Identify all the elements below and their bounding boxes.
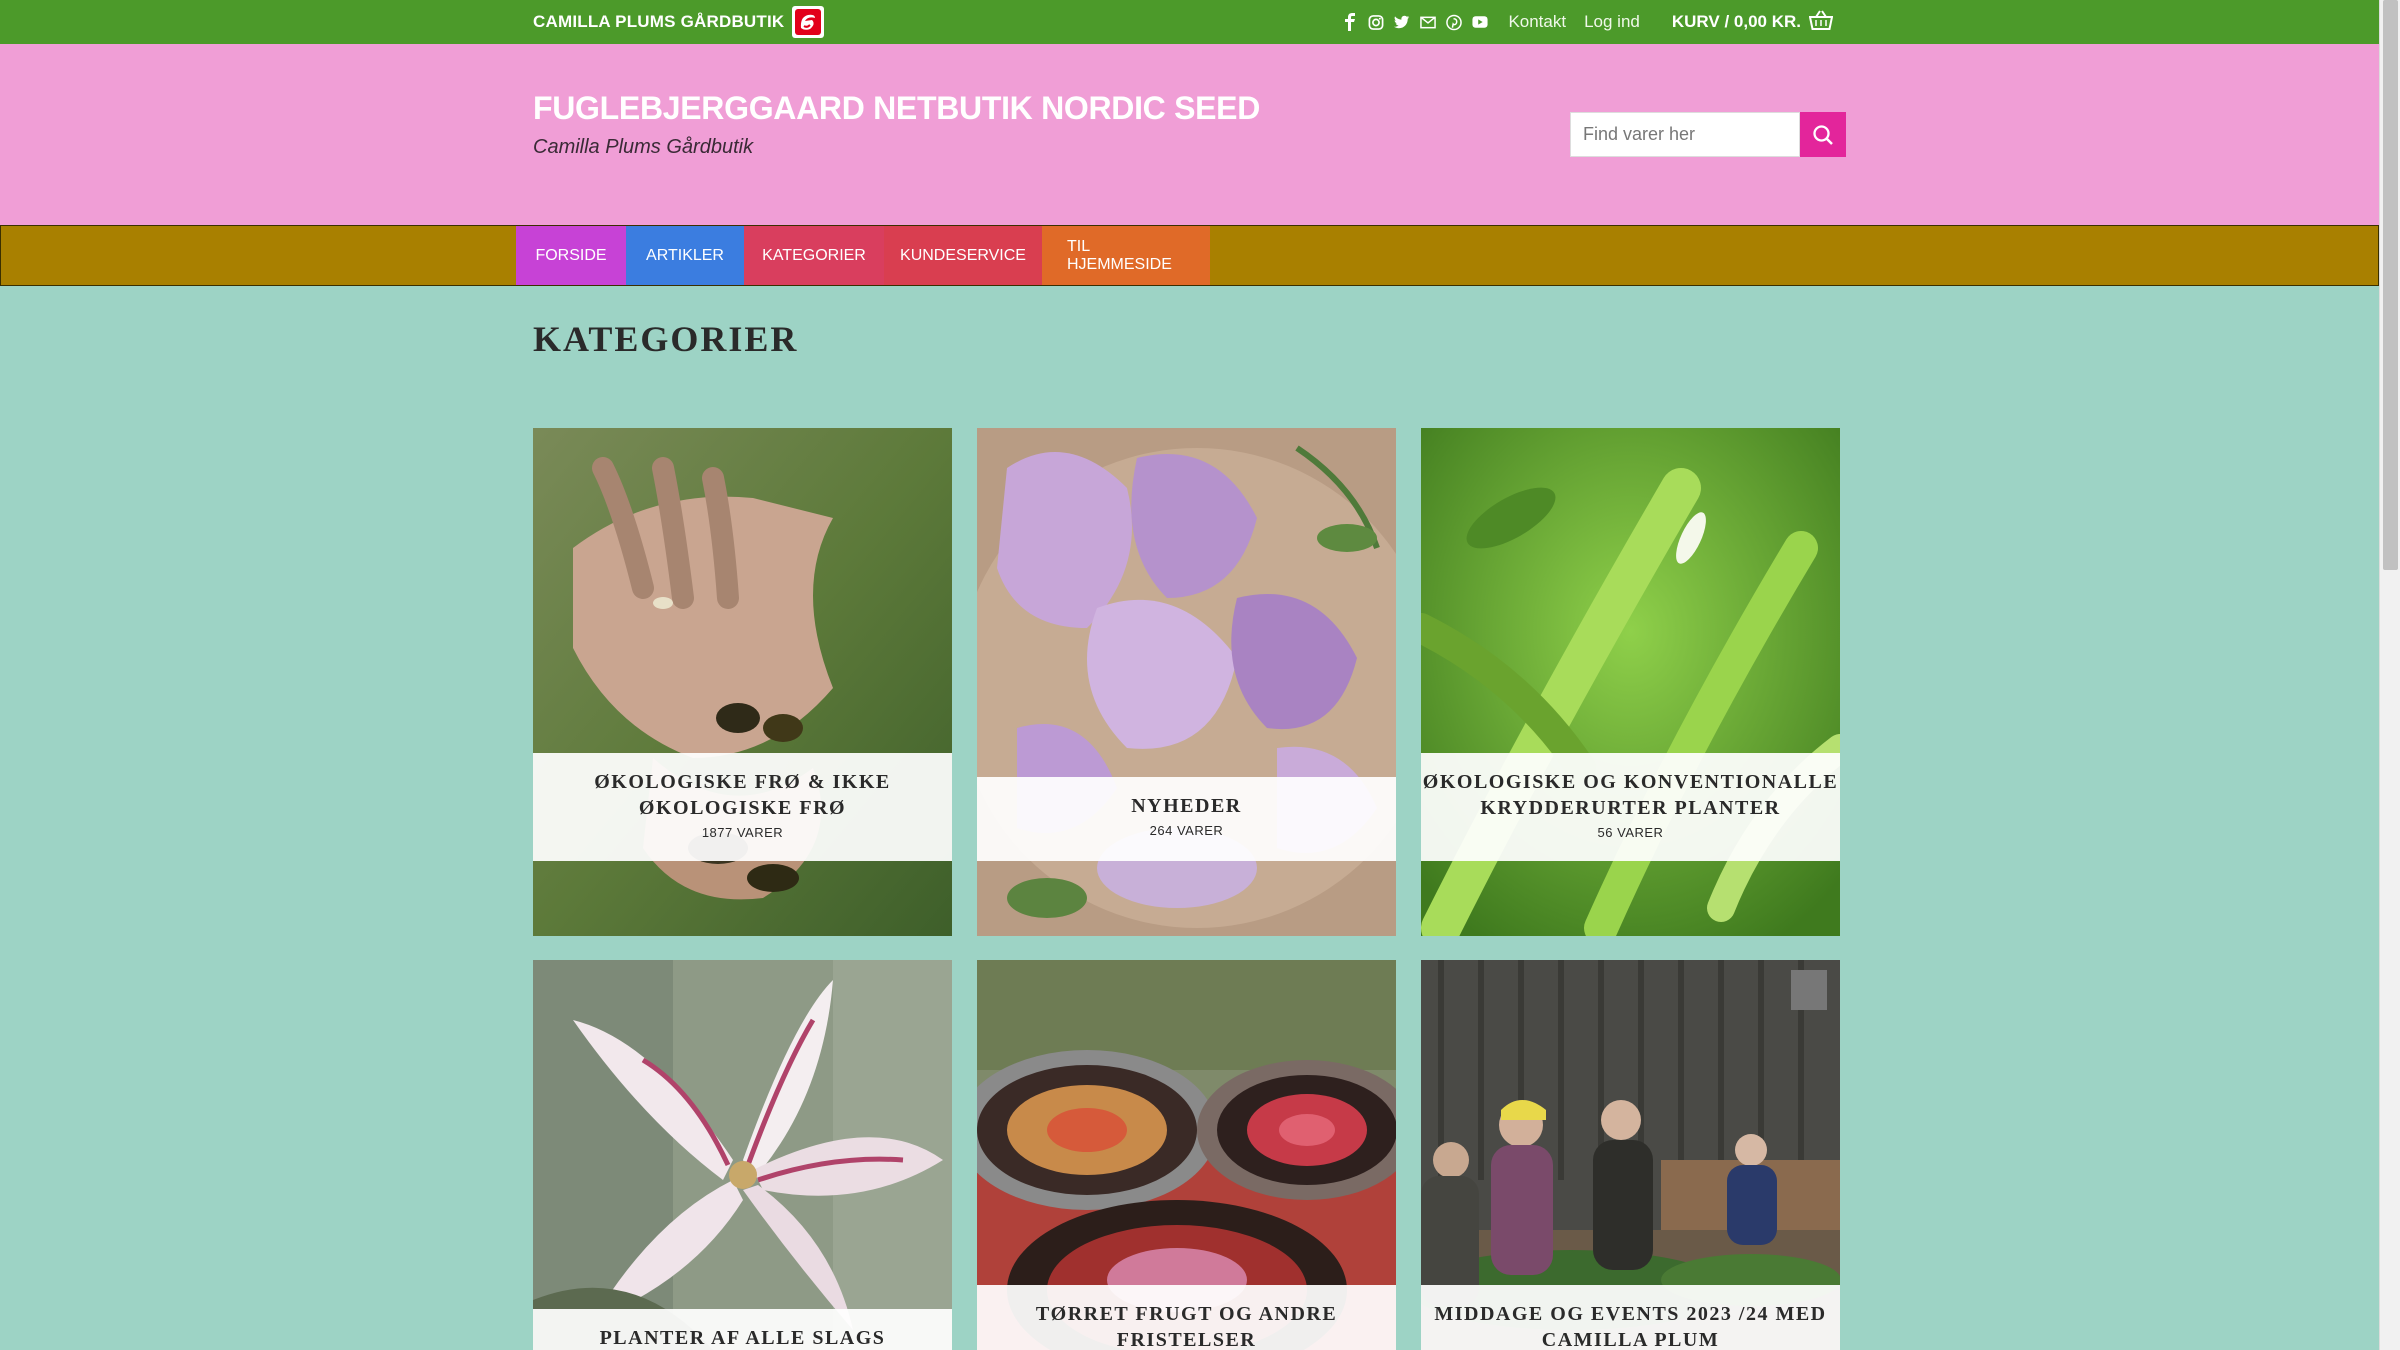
youtube-icon[interactable] (1472, 14, 1488, 30)
basket-icon (1808, 9, 1834, 35)
login-link[interactable]: Log ind (1584, 12, 1640, 32)
category-caption: MIDDAGE OG EVENTS 2023 /24 MED CAMILLA P… (1421, 1285, 1840, 1350)
category-count: 1877 VARER (701, 825, 784, 840)
cart-button[interactable]: KURV / 0,00 KR. (1671, 9, 1834, 35)
nav-item-forside[interactable]: FORSIDE (516, 226, 626, 285)
search-icon (1813, 124, 1833, 145)
category-name: MIDDAGE OG EVENTS 2023 /24 MED CAMILLA P… (1434, 1303, 1827, 1350)
top-bar-right: Kontakt Log ind KURV / 0,00 KR. (1342, 0, 1834, 44)
nav-items: FORSIDE ARTIKLER KATEGORIER KUNDESERVICE… (516, 226, 1210, 285)
cart-label: KURV / 0,00 KR. (1671, 12, 1801, 31)
search-input[interactable] (1570, 112, 1800, 157)
category-caption: ØKOLOGISKE OG KONVENTIONALLE KRYDDERURTE… (1421, 753, 1840, 861)
search-button[interactable] (1800, 112, 1846, 157)
pinterest-icon[interactable] (1446, 14, 1463, 30)
email-icon[interactable] (1420, 14, 1437, 30)
instagram-icon[interactable] (1368, 14, 1384, 30)
contact-link[interactable]: Kontakt (1508, 12, 1566, 32)
main-nav: FORSIDE ARTIKLER KATEGORIER KUNDESERVICE… (0, 225, 2379, 286)
category-name: ØKOLOGISKE FRØ & IKKE ØKOLOGISKE FRØ (594, 771, 891, 819)
category-caption: TØRRET FRUGT OG ANDRE FRISTELSER (977, 1285, 1396, 1350)
category-caption: PLANTER AF ALLE SLAGS (533, 1309, 952, 1350)
nav-item-kundeservice[interactable]: KUNDESERVICE (884, 226, 1042, 285)
category-name: ØKOLOGISKE OG KONVENTIONALLE KRYDDERURTE… (1422, 771, 1839, 819)
nav-item-artikler[interactable]: ARTIKLER (626, 226, 744, 285)
page: CAMILLA PLUMS GÅRDBUTIK Kontakt Log ind … (0, 0, 2379, 1350)
site-tagline: Camilla Plums Gårdbutik (533, 136, 754, 158)
category-count: 56 VARER (1597, 825, 1664, 840)
category-caption: ØKOLOGISKE FRØ & IKKE ØKOLOGISKE FRØ 187… (533, 753, 952, 861)
category-card-krydderurter[interactable]: ØKOLOGISKE OG KONVENTIONALLE KRYDDERURTE… (1421, 428, 1840, 936)
social-links (1342, 13, 1488, 31)
category-card-middage-events[interactable]: MIDDAGE OG EVENTS 2023 /24 MED CAMILLA P… (1421, 960, 1840, 1350)
site-title[interactable]: FUGLEBJERGGAARD NETBUTIK NORDIC SEED (533, 90, 1260, 127)
site-header: FUGLEBJERGGAARD NETBUTIK NORDIC SEED Cam… (0, 44, 2379, 225)
category-card-planter[interactable]: PLANTER AF ALLE SLAGS (533, 960, 952, 1350)
brand-name: CAMILLA PLUMS GÅRDBUTIK (533, 12, 785, 31)
category-caption: NYHEDER 264 VARER (977, 777, 1396, 861)
category-image (533, 960, 952, 1350)
category-name: TØRRET FRUGT OG ANDRE FRISTELSER (1035, 1303, 1338, 1350)
category-count: 264 VARER (1149, 823, 1224, 838)
page-title: KATEGORIER (533, 319, 799, 359)
twitter-icon[interactable] (1394, 14, 1410, 30)
scrollbar-thumb[interactable] (2383, 0, 2398, 570)
nav-item-kategorier[interactable]: KATEGORIER (744, 226, 884, 285)
top-bar: CAMILLA PLUMS GÅRDBUTIK Kontakt Log ind … (0, 0, 2379, 44)
category-card-frø[interactable]: ØKOLOGISKE FRØ & IKKE ØKOLOGISKE FRØ 187… (533, 428, 952, 936)
brand-link[interactable]: CAMILLA PLUMS GÅRDBUTIK (533, 0, 825, 44)
organic-label-icon (792, 6, 825, 38)
category-card-nyheder[interactable]: NYHEDER 264 VARER (977, 428, 1396, 936)
search-form (1570, 112, 1846, 157)
vertical-scrollbar[interactable] (2379, 0, 2400, 1350)
facebook-icon[interactable] (1342, 13, 1358, 31)
nav-item-til-hjemmeside[interactable]: TIL HJEMMESIDE (1042, 226, 1210, 285)
category-name: PLANTER AF ALLE SLAGS (599, 1327, 886, 1349)
category-card-tørret-frugt[interactable]: TØRRET FRUGT OG ANDRE FRISTELSER (977, 960, 1396, 1350)
category-name: NYHEDER (1131, 795, 1242, 817)
